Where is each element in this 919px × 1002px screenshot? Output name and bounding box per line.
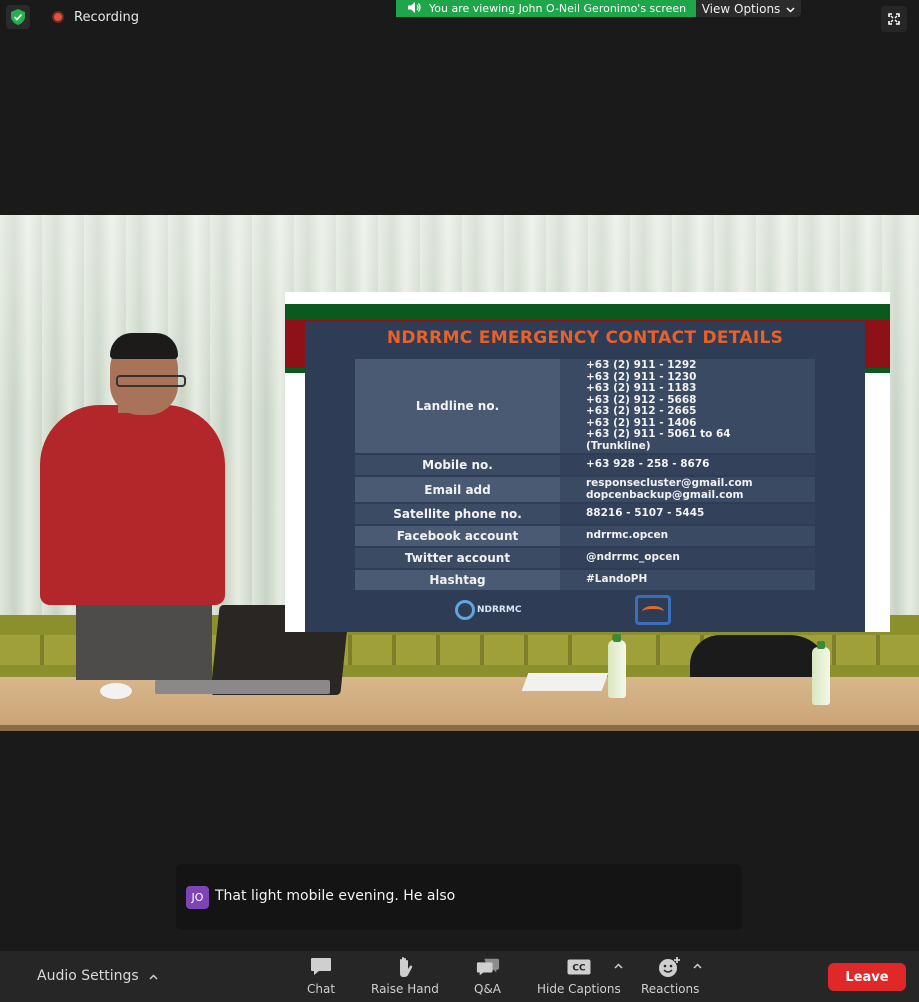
qa-button[interactable]: Q&A — [474, 955, 501, 996]
chevron-up-icon — [149, 968, 158, 984]
contact-value: (Trunkline) — [586, 439, 651, 452]
project-noah-logo — [635, 595, 671, 625]
contact-table: Landline no. +63 (2) 911 - 1292 +63 (2) 91… — [355, 357, 815, 592]
shared-video: NDRRMC EMERGENCY CONTACT DETAILS Landlin… — [0, 215, 919, 731]
caption-box: JO That light mobile evening. He also — [176, 864, 742, 930]
audio-settings-button[interactable]: Audio Settings — [37, 968, 158, 984]
ndrrmc-logo: NDRRMC — [455, 599, 550, 621]
reactions-label: Reactions — [641, 982, 700, 996]
avatar: JO — [186, 886, 209, 909]
contact-values: #LandoPH — [560, 570, 815, 590]
leave-button[interactable]: Leave — [828, 963, 906, 991]
contact-label: Email add — [355, 477, 560, 502]
water-bottle — [812, 641, 830, 705]
contact-label: Landline no. — [355, 359, 560, 453]
speaker-icon — [408, 1, 421, 16]
fullscreen-button[interactable] — [881, 6, 907, 32]
mouse — [100, 683, 132, 699]
banner-text: You are viewing John O-Neil Geronimo's s… — [429, 2, 687, 15]
contact-values: +63 928 - 258 - 8676 — [560, 455, 815, 475]
contact-value: @ndrrmc_opcen — [586, 551, 680, 564]
contact-values: @ndrrmc_opcen — [560, 548, 815, 568]
hide-captions-button[interactable]: CC Hide Captions — [537, 955, 621, 996]
contact-value: +63 (2) 911 - 1183 — [586, 382, 697, 394]
table-row: Facebook account ndrrmc.opcen — [355, 526, 815, 546]
contact-label: Mobile no. — [355, 455, 560, 475]
water-bottle — [608, 634, 626, 698]
projected-slide: NDRRMC EMERGENCY CONTACT DETAILS Landlin… — [285, 292, 890, 632]
table-row: Twitter account @ndrrmc_opcen — [355, 548, 815, 568]
svg-text:CC: CC — [572, 964, 586, 974]
record-icon — [52, 11, 64, 23]
chat-label: Chat — [307, 982, 336, 996]
table — [0, 677, 919, 731]
contact-value: responsecluster@gmail.com — [586, 477, 753, 489]
contact-values: +63 (2) 911 - 1292 +63 (2) 911 - 1230 +63 … — [560, 359, 815, 453]
contact-value: +63 (2) 911 - 1292 — [586, 359, 697, 371]
contact-value: +63 (2) 911 - 5061 to 64 — [586, 428, 731, 440]
security-shield-icon[interactable] — [6, 5, 30, 29]
chevron-down-icon — [786, 2, 795, 16]
contact-value: +63 928 - 258 - 8676 — [586, 458, 710, 471]
smiley-icon — [658, 955, 682, 979]
table-row: Email add responsecluster@gmail.com dopcen… — [355, 477, 815, 502]
cc-icon: CC — [567, 955, 591, 979]
meeting-window: Recording You are viewing John O-Neil Ge… — [0, 0, 919, 1002]
recording-label: Recording — [74, 9, 140, 25]
raise-hand-button[interactable]: Raise Hand — [371, 955, 439, 996]
table-row: Hashtag #LandoPH — [355, 570, 815, 590]
reactions-button[interactable]: Reactions — [641, 955, 699, 996]
reactions-options-caret[interactable] — [693, 961, 702, 972]
captions-options-caret[interactable] — [614, 961, 623, 972]
chat-icon — [309, 955, 333, 979]
contact-values: 88216 - 5107 - 5445 — [560, 504, 815, 524]
contact-label: Hashtag — [355, 570, 560, 590]
table-row: Mobile no. +63 928 - 258 - 8676 — [355, 455, 815, 475]
chat-button[interactable]: Chat — [307, 955, 335, 996]
screen-share-banner: You are viewing John O-Neil Geronimo's s… — [396, 0, 696, 17]
contact-value: ndrrmc.opcen — [586, 529, 669, 542]
contact-value: +63 (2) 912 - 2665 — [586, 405, 697, 417]
hand-icon — [393, 955, 417, 979]
contact-label: Satellite phone no. — [355, 504, 560, 524]
contact-label: Twitter account — [355, 548, 560, 568]
table-row: Landline no. +63 (2) 911 - 1292 +63 (2) 91… — [355, 359, 815, 453]
fullscreen-icon — [888, 10, 900, 29]
view-options-label: View Options — [701, 1, 781, 16]
table-row: Satellite phone no. 88216 - 5107 - 5445 — [355, 504, 815, 524]
hide-captions-label: Hide Captions — [537, 982, 621, 996]
meeting-toolbar: Audio Settings Chat Raise Hand Q&A CC Hi… — [0, 951, 919, 1002]
qa-label: Q&A — [474, 982, 502, 996]
contact-label: Facebook account — [355, 526, 560, 546]
contact-values: ndrrmc.opcen — [560, 526, 815, 546]
audio-settings-label: Audio Settings — [37, 968, 139, 984]
presenter — [40, 405, 225, 605]
slide-title: NDRRMC EMERGENCY CONTACT DETAILS — [386, 328, 784, 348]
contact-value: 88216 - 5107 - 5445 — [586, 507, 705, 520]
caption-text: That light mobile evening. He also — [215, 888, 456, 904]
contact-values: responsecluster@gmail.com dopcenbackup@gm… — [560, 477, 815, 502]
qa-icon — [476, 955, 500, 979]
contact-value: #LandoPH — [586, 573, 648, 586]
view-options-button[interactable]: View Options — [696, 0, 801, 17]
contact-value: dopcenbackup@gmail.com — [586, 488, 744, 501]
raise-hand-label: Raise Hand — [371, 982, 439, 996]
recording-indicator[interactable]: Recording — [44, 5, 147, 29]
